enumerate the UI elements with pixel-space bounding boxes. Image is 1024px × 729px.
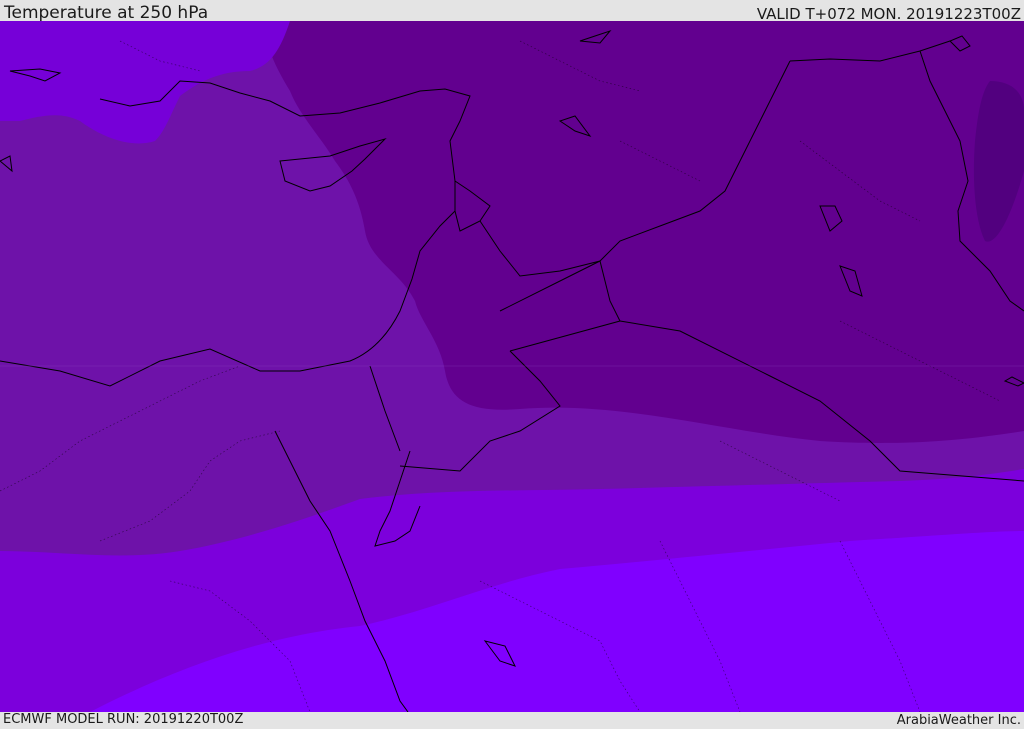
credit-label: ArabiaWeather Inc.: [896, 713, 1021, 728]
model-run-label: ECMWF MODEL RUN: 20191220T00Z: [3, 712, 244, 727]
map-canvas: [0, 21, 1024, 712]
footer-bar: ECMWF MODEL RUN: 20191220T00Z ArabiaWeat…: [0, 712, 1024, 729]
map-title: Temperature at 250 hPa: [4, 3, 209, 23]
temperature-map: [0, 21, 1024, 712]
header-bar: Temperature at 250 hPa VALID T+072 MON. …: [0, 0, 1024, 23]
